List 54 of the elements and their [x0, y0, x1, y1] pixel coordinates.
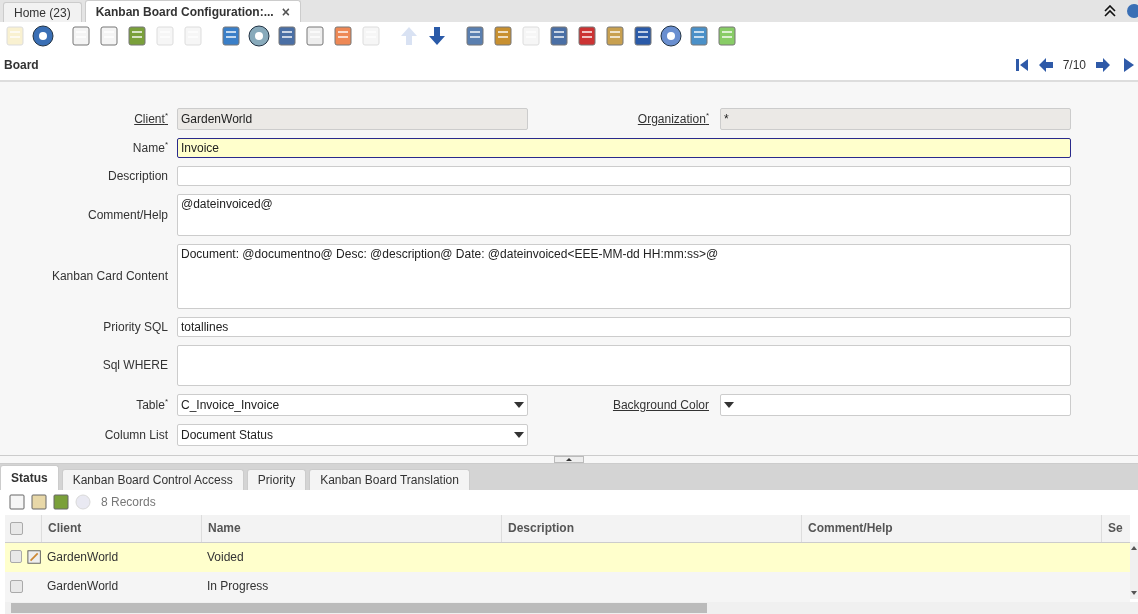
- table-cell-text: GardenWorld: [46, 548, 120, 566]
- window-tab[interactable]: Kanban Board Configuration:... ×: [84, 0, 301, 22]
- panel-title: Board: [4, 58, 39, 73]
- caret-icon: [724, 401, 734, 408]
- field-label: Kanban Card Content: [50, 269, 169, 284]
- column-header[interactable]: Name: [201, 514, 501, 542]
- checkbox[interactable]: [10, 521, 23, 535]
- text-field[interactable]: [177, 165, 1071, 186]
- field-label: Column List: [103, 427, 169, 442]
- field-link[interactable]: Organization$^{*}$: [528, 111, 720, 127]
- detail-tab[interactable]: Kanban Board Translation: [309, 468, 470, 490]
- column-header[interactable]: Se: [1101, 514, 1130, 542]
- scrollbar[interactable]: [1130, 541, 1138, 599]
- table-cell-text: GardenWorld: [46, 578, 120, 596]
- next-record-icon[interactable]: [1096, 58, 1110, 73]
- table-row[interactable]: GardenWorld Voided: [5, 542, 1130, 572]
- checkbox[interactable]: [10, 579, 23, 593]
- column-header[interactable]: Comment/Help: [801, 514, 1101, 542]
- field-link[interactable]: Background Color: [528, 397, 720, 412]
- checkbox[interactable]: [10, 550, 22, 564]
- up-arrow-icon: [398, 25, 420, 48]
- collapse-icon[interactable]: [1104, 5, 1116, 17]
- field-label: Priority SQL: [102, 319, 169, 334]
- table-row[interactable]: GardenWorld In Progress: [5, 571, 1130, 602]
- column-header[interactable]: Description: [501, 514, 801, 542]
- dropdown[interactable]: Document Status: [177, 423, 528, 446]
- detail-tab[interactable]: Kanban Board Control Access: [61, 468, 244, 490]
- window-tab[interactable]: Home (23): [3, 2, 82, 22]
- field-label: Name$^{*}$: [131, 140, 169, 156]
- text-field[interactable]: Invoice: [177, 137, 1071, 158]
- text-area[interactable]: Document: @documentno@ Desc: @description@ Date: @dateinvoiced<EEE-MM-dd HH:mm:ss>@: [177, 243, 1071, 309]
- table-cell-text: In Progress: [206, 578, 270, 596]
- caret-icon: [514, 401, 524, 408]
- caret-icon: [514, 431, 524, 438]
- first-record-icon[interactable]: [1014, 58, 1029, 73]
- field-label: Table$^{*}$: [135, 397, 169, 413]
- column-header[interactable]: Client: [41, 514, 201, 542]
- record-counter: 7/10: [1062, 58, 1086, 73]
- detail-tab[interactable]: Status: [0, 464, 59, 490]
- close-icon[interactable]: ×: [281, 3, 290, 20]
- field-label: Description: [106, 168, 169, 183]
- field-link[interactable]: Client$^{*}$: [0, 111, 177, 127]
- text-field[interactable]: GardenWorld: [177, 107, 528, 130]
- text-field[interactable]: totallines: [177, 316, 1071, 337]
- text-field[interactable]: *: [720, 107, 1071, 130]
- text-area[interactable]: @dateinvoiced@: [177, 193, 1071, 236]
- previous-record-icon[interactable]: [1038, 58, 1053, 73]
- record-count: 8 Records: [101, 495, 156, 510]
- splitter-handle-icon[interactable]: [554, 455, 584, 463]
- table-cell-text: Voided: [206, 548, 245, 566]
- field-label: Comment/Help: [86, 207, 169, 222]
- dropdown[interactable]: C_Invoice_Invoice: [177, 393, 528, 416]
- detail-tab[interactable]: Priority: [246, 468, 307, 490]
- field-label: Sql WHERE: [101, 358, 169, 373]
